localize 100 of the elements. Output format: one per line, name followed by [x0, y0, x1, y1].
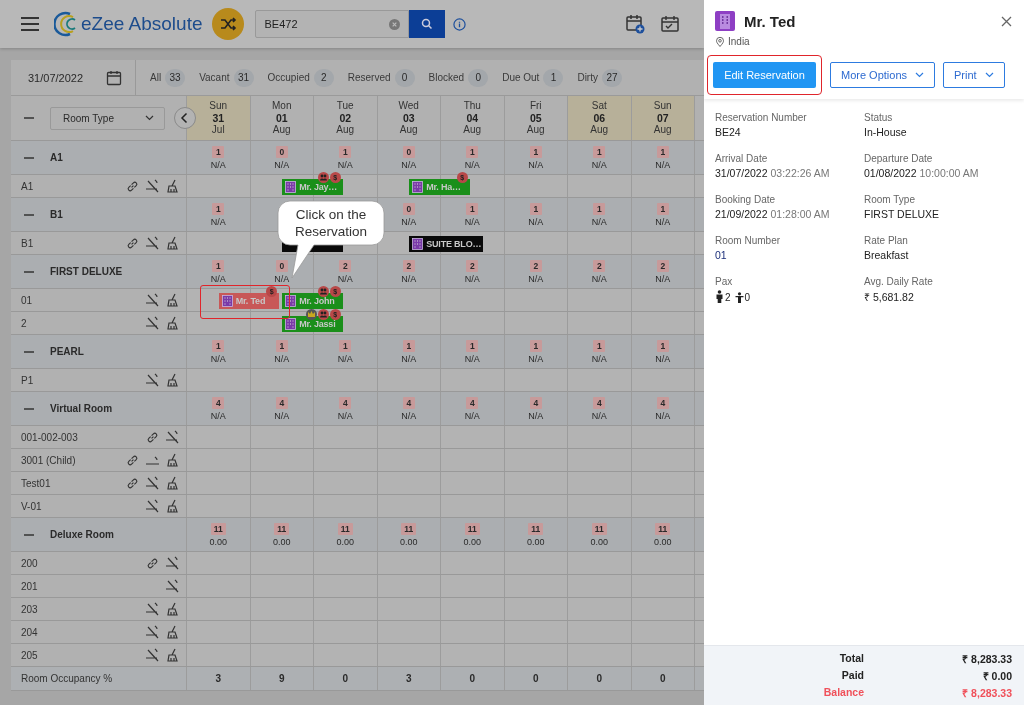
filter-label[interactable]: All: [150, 72, 162, 83]
filter-label[interactable]: Vacant: [199, 72, 230, 83]
detail-label: Rate Plan: [864, 235, 909, 246]
broom-icon[interactable]: [166, 499, 180, 513]
filter-label[interactable]: Due Out: [502, 72, 540, 83]
rate-text: N/A: [528, 353, 544, 364]
occupancy-value: 0: [659, 673, 666, 684]
crossed-out-icon[interactable]: [145, 373, 160, 387]
rate-text: N/A: [210, 273, 226, 284]
crossed-out-icon[interactable]: [145, 316, 160, 330]
close-icon[interactable]: [1001, 15, 1012, 27]
rate-text: N/A: [401, 410, 417, 421]
broom-icon[interactable]: [166, 293, 180, 307]
rate-text: N/A: [655, 216, 671, 227]
building-icon: [221, 295, 233, 307]
broom-icon[interactable]: [166, 236, 180, 250]
crossed-out-icon[interactable]: [145, 236, 160, 250]
crossed-out-icon[interactable]: [165, 556, 180, 570]
availability-count: 11: [591, 522, 607, 535]
room-number-link[interactable]: 01: [715, 249, 864, 261]
filter-label[interactable]: Dirty: [577, 72, 598, 83]
broom-icon[interactable]: [166, 648, 180, 662]
action-button[interactable]: Print: [943, 62, 1005, 88]
room-type-name: Deluxe Room: [50, 529, 114, 540]
rate-text: N/A: [337, 273, 353, 284]
previous-button[interactable]: [174, 107, 196, 129]
room-name: 203: [21, 603, 38, 615]
rate-text: 0.00: [209, 536, 227, 547]
menu-icon[interactable]: [20, 16, 40, 32]
link-icon[interactable]: [126, 236, 139, 250]
crossed-out-icon[interactable]: [145, 499, 160, 513]
action-button[interactable]: More Options: [830, 62, 936, 88]
date-picker[interactable]: 31/07/2022: [11, 60, 136, 95]
rate-text: N/A: [655, 353, 671, 364]
calendar-add-icon[interactable]: [625, 14, 645, 34]
filter-label[interactable]: Reserved: [347, 72, 391, 83]
shuffle-icon[interactable]: [212, 8, 245, 40]
crossed-out-icon[interactable]: [165, 430, 180, 444]
filter-count: 27: [601, 68, 622, 87]
collapse-icon[interactable]: [24, 156, 34, 159]
adult-icon: [715, 290, 724, 303]
link-icon[interactable]: [146, 430, 159, 444]
rate-text: N/A: [210, 216, 226, 227]
rate-text: N/A: [591, 353, 607, 364]
availability-count: 1: [212, 339, 225, 352]
calendar-check-icon[interactable]: [660, 15, 680, 33]
crossed-out-icon[interactable]: [145, 293, 160, 307]
broom-icon[interactable]: [166, 625, 180, 639]
link-icon[interactable]: [126, 453, 139, 467]
room-name: 204: [21, 626, 38, 638]
link-icon[interactable]: [126, 179, 139, 193]
collapse-icon[interactable]: [24, 270, 34, 273]
crossed-out-icon[interactable]: [145, 602, 160, 616]
availability-count: 0: [402, 145, 415, 158]
broom-icon[interactable]: [166, 453, 180, 467]
availability-count: 2: [529, 259, 542, 272]
availability-count: 1: [593, 339, 606, 352]
crossed-out-icon[interactable]: [145, 625, 160, 639]
reservation-bar[interactable]: SUITE BLO…: [409, 236, 484, 252]
detail-value: 01/08/2022 10:00:00 AM: [864, 167, 980, 179]
search-button[interactable]: [409, 10, 446, 38]
room-type-select[interactable]: Room Type: [50, 106, 165, 130]
action-button[interactable]: Edit Reservation: [713, 62, 816, 88]
calendar-icon: [106, 69, 122, 86]
broom-icon[interactable]: [166, 179, 180, 193]
crossed-out-icon[interactable]: [145, 476, 160, 490]
availability-count: 11: [337, 522, 353, 535]
search-field[interactable]: BE472: [255, 10, 410, 38]
day-header: Sat 06 Aug: [567, 96, 631, 140]
crossed-out-icon[interactable]: [145, 648, 160, 662]
filter-count: 0: [468, 68, 489, 87]
detail-label: Pax: [715, 276, 734, 287]
detail-value: 21/09/2022 01:28:00 AM: [715, 208, 831, 220]
detail-label: Room Number: [715, 235, 782, 246]
detail-label: Avg. Daily Rate: [864, 276, 934, 287]
collapse-icon[interactable]: [24, 407, 34, 410]
broom-icon[interactable]: [166, 373, 180, 387]
link-icon[interactable]: [146, 556, 159, 570]
broom-icon[interactable]: [166, 602, 180, 616]
crossed-out-icon[interactable]: [165, 579, 180, 593]
filter-label[interactable]: Blocked: [428, 72, 465, 83]
rate-text: N/A: [464, 273, 480, 284]
day-header: Wed 03 Aug: [376, 96, 440, 140]
total-value: ₹ 0.00: [981, 668, 1012, 683]
child-icon: [734, 292, 744, 303]
filter-label[interactable]: Occupied: [267, 72, 310, 83]
info-icon[interactable]: [453, 17, 467, 31]
broom-icon[interactable]: [166, 316, 180, 330]
crossed-out-icon[interactable]: [145, 179, 160, 193]
collapse-icon[interactable]: [24, 533, 34, 536]
broom-icon[interactable]: [166, 476, 180, 490]
room-name: 2: [21, 317, 27, 329]
link-icon[interactable]: [126, 476, 139, 490]
room-type-name: FIRST DELUXE: [50, 266, 123, 277]
availability-count: 4: [466, 396, 479, 409]
rate-text: N/A: [464, 159, 480, 170]
collapse-icon[interactable]: [24, 350, 34, 353]
detail-value: Breakfast: [864, 249, 910, 261]
availability-count: 1: [212, 259, 225, 272]
collapse-icon[interactable]: [24, 213, 34, 216]
